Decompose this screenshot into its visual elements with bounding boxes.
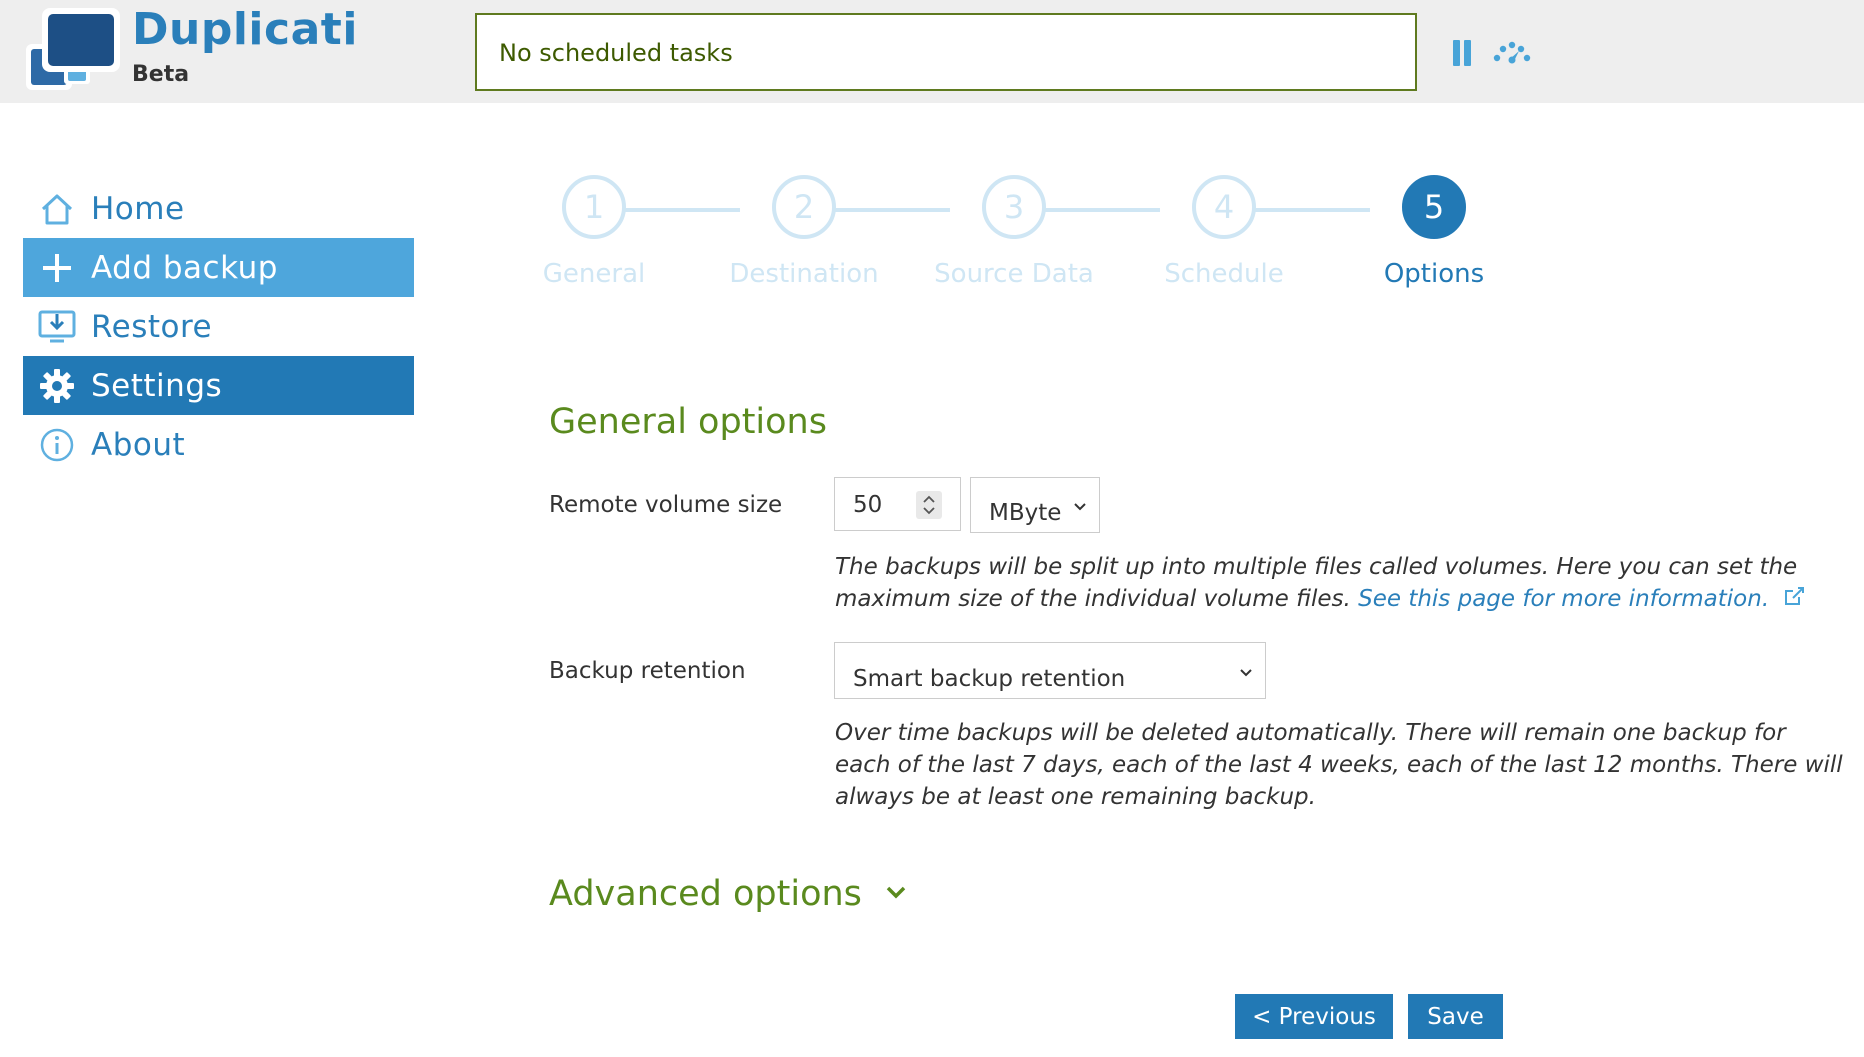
advanced-options-title: Advanced options: [549, 874, 862, 914]
retention-help: Over time backups will be deleted automa…: [835, 720, 1843, 810]
volume-unit-value: MByte: [989, 500, 1062, 526]
backup-retention-value: Smart backup retention: [853, 666, 1126, 692]
sidebar-item-settings[interactable]: Settings: [23, 356, 414, 415]
remote-volume-size-value: 50: [853, 492, 883, 518]
brand-name: Duplicati: [132, 4, 358, 55]
sidebar-item-home[interactable]: Home: [23, 179, 414, 238]
duplicati-logo: [26, 8, 120, 90]
top-bar: Duplicati Beta No scheduled tasks: [0, 0, 1864, 103]
status-box: No scheduled tasks: [475, 13, 1417, 91]
backup-retention-label: Backup retention: [549, 658, 746, 684]
advanced-options-toggle[interactable]: Advanced options: [549, 874, 907, 914]
step-4-circle[interactable]: 4: [1192, 175, 1256, 239]
remote-volume-size-label: Remote volume size: [549, 492, 783, 518]
sidebar-item-label: About: [91, 426, 186, 463]
pause-icon[interactable]: [1453, 40, 1475, 66]
step-2-circle[interactable]: 2: [772, 175, 836, 239]
volume-unit-select[interactable]: MByte: [970, 477, 1100, 533]
number-spinner[interactable]: [916, 491, 942, 519]
step-5-circle[interactable]: 5: [1402, 175, 1466, 239]
step-3-label[interactable]: Source Data: [914, 259, 1114, 289]
speed-gauge-icon[interactable]: [1492, 40, 1532, 66]
step-1-circle[interactable]: 1: [562, 175, 626, 239]
remote-volume-help: The backups will be split up into multip…: [835, 551, 1845, 615]
chevron-down-icon: [886, 886, 906, 899]
save-button[interactable]: Save: [1408, 994, 1503, 1039]
previous-button[interactable]: < Previous: [1235, 994, 1393, 1039]
status-text: No scheduled tasks: [499, 39, 733, 67]
wizard-steps: 1 2 3 4 5 General Destination Source Dat…: [530, 175, 1530, 295]
external-link-icon[interactable]: [1782, 584, 1806, 608]
step-3-circle[interactable]: 3: [982, 175, 1046, 239]
spinner-arrows-icon: [923, 495, 935, 515]
backup-retention-select[interactable]: Smart backup retention: [834, 642, 1266, 699]
home-icon: [41, 194, 73, 224]
step-1-label[interactable]: General: [494, 259, 694, 289]
step-2-label[interactable]: Destination: [704, 259, 904, 289]
step-5-label[interactable]: Options: [1334, 259, 1534, 289]
sidebar-item-add-backup[interactable]: Add backup: [23, 238, 414, 297]
brand-subtitle: Beta: [132, 62, 190, 87]
gear-icon: [40, 368, 74, 403]
remote-volume-size-input[interactable]: 50: [834, 477, 961, 531]
chevron-down-icon: [1240, 669, 1252, 677]
sidebar-item-label: Add backup: [91, 249, 278, 286]
more-info-link[interactable]: See this page for more information.: [1358, 586, 1769, 612]
sidebar-item-about[interactable]: About: [23, 415, 414, 474]
sidebar-nav: Home Add backup Restore Settings About: [23, 179, 414, 474]
plus-icon: [43, 253, 71, 282]
sidebar-item-label: Restore: [91, 308, 213, 345]
general-options-title: General options: [549, 402, 827, 442]
restore-icon: [38, 310, 76, 342]
sidebar-item-restore[interactable]: Restore: [23, 297, 414, 356]
sidebar-item-label: Home: [91, 190, 185, 227]
sidebar-item-label: Settings: [91, 367, 223, 404]
info-icon: [40, 428, 74, 461]
chevron-down-icon: [1074, 503, 1086, 511]
step-4-label[interactable]: Schedule: [1124, 259, 1324, 289]
